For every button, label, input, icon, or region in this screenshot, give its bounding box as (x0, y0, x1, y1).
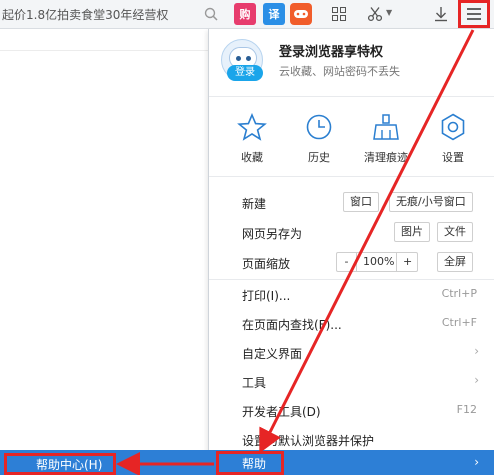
chevron-right-icon: › (474, 455, 479, 469)
menu-item-print[interactable]: 打印(I)... Ctrl+P (209, 280, 494, 308)
chevron-down-icon[interactable]: ▼ (386, 8, 392, 17)
menu-item-label: 网页另存为 (242, 227, 303, 241)
menu-item-new: 新建 窗口 无痕/小号窗口 (209, 188, 494, 216)
star-icon (237, 112, 267, 141)
login-title[interactable]: 登录浏览器享特权 (279, 41, 383, 60)
divider (0, 50, 208, 51)
browser-toolbar: 起价1.8亿拍卖食堂30年经营权 购 译 ▼ (0, 0, 494, 29)
menu-item-label: 打印(I)... (242, 289, 291, 303)
zoom-in-button[interactable]: + (397, 253, 417, 271)
quick-label: 收藏 (241, 151, 263, 164)
zoom-control: - 100% + (336, 252, 418, 272)
new-window-button[interactable]: 窗口 (343, 192, 379, 212)
menu-item-label: 在页面内查找(F)... (242, 318, 342, 332)
new-incognito-window-button[interactable]: 无痕/小号窗口 (389, 192, 473, 212)
menu-item-default-browser[interactable]: 设置为默认浏览器并保护 (209, 425, 494, 453)
chevron-right-icon: › (474, 373, 479, 387)
quick-settings[interactable]: 设置 (423, 113, 483, 165)
clock-icon (304, 113, 334, 141)
game-icon[interactable] (290, 3, 312, 25)
search-icon[interactable] (200, 3, 222, 25)
zoom-level: 100% (357, 253, 397, 271)
annotation-box-menu (458, 0, 490, 28)
menu-item-label: 设置为默认浏览器并保护 (242, 434, 375, 448)
quick-label: 清理痕迹 (364, 151, 408, 164)
menu-item-devtools[interactable]: 开发者工具(D) F12 (209, 396, 494, 424)
gear-icon (438, 113, 468, 141)
annotation-box-help (216, 451, 284, 475)
login-panel[interactable]: 登录 登录浏览器享特权 云收藏、网站密码不丢失 (209, 29, 494, 97)
quick-clear-traces[interactable]: 清理痕迹 (356, 113, 416, 165)
shortcut-text: Ctrl+P (441, 287, 477, 300)
fullscreen-button[interactable]: 全屏 (437, 252, 473, 272)
annotation-box-help-center (4, 453, 116, 475)
apps-grid-icon[interactable] (328, 3, 350, 25)
save-as-image-button[interactable]: 图片 (394, 222, 430, 242)
menu-item-find[interactable]: 在页面内查找(F)... Ctrl+F (209, 309, 494, 337)
quick-label: 设置 (442, 151, 464, 164)
menu-item-label: 开发者工具(D) (242, 405, 321, 419)
shopping-icon[interactable]: 购 (234, 3, 256, 25)
menu-item-label: 新建 (242, 197, 267, 211)
browser-main-menu: 登录 登录浏览器享特权 云收藏、网站密码不丢失 收藏 历史 清理痕迹 设置 新建… (208, 29, 494, 475)
shortcut-text: F12 (456, 403, 477, 416)
quick-favorites[interactable]: 收藏 (222, 112, 282, 165)
menu-item-save-as: 网页另存为 图片 文件 (209, 218, 494, 246)
menu-item-label: 工具 (242, 376, 267, 390)
quick-history[interactable]: 历史 (289, 113, 349, 165)
save-as-file-button[interactable]: 文件 (437, 222, 473, 242)
scissors-icon[interactable] (364, 3, 386, 25)
menu-item-label: 页面缩放 (242, 257, 291, 271)
menu-item-tools[interactable]: 工具 › (209, 367, 494, 395)
news-ticker-text[interactable]: 起价1.8亿拍卖食堂30年经营权 (2, 6, 168, 23)
login-subtitle: 云收藏、网站密码不丢失 (279, 65, 400, 78)
translate-icon[interactable]: 译 (263, 3, 285, 25)
chevron-right-icon: › (474, 344, 479, 358)
avatar-eye (246, 56, 251, 61)
menu-item-zoom: 页面缩放 - 100% + 全屏 (209, 248, 494, 276)
broom-icon (371, 113, 401, 141)
menu-item-customize[interactable]: 自定义界面 › (209, 338, 494, 366)
login-button[interactable]: 登录 (227, 65, 263, 81)
shortcut-text: Ctrl+F (441, 316, 477, 329)
avatar-eye (236, 56, 241, 61)
zoom-out-button[interactable]: - (337, 253, 357, 271)
menu-item-label: 自定义界面 (242, 347, 303, 361)
download-icon[interactable] (430, 3, 452, 25)
quick-actions-row: 收藏 历史 清理痕迹 设置 (209, 99, 494, 177)
quick-label: 历史 (308, 151, 330, 164)
